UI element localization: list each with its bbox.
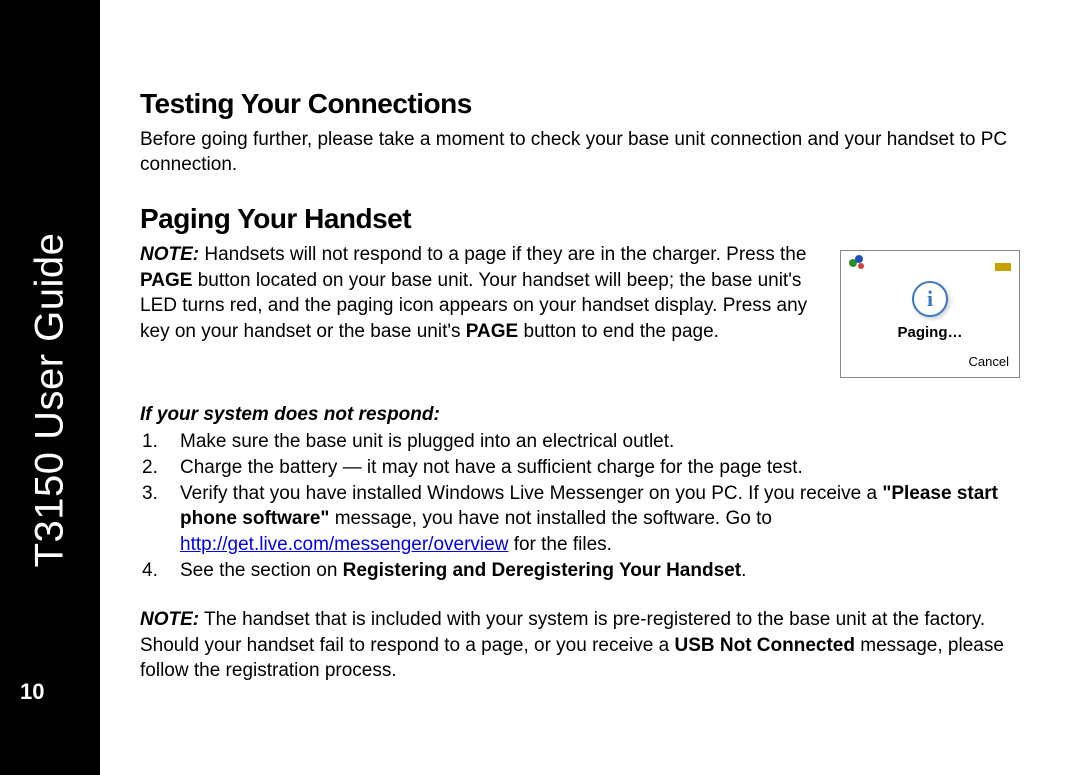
list-item-text: Charge the battery — it may not have a s… [180,457,803,478]
heading-paging-handset: Paging Your Handset [140,200,1020,238]
list-item: Make sure the base unit is plugged into … [140,429,1020,455]
list-item-text: . [741,560,746,581]
list-item-text: Verify that you have installed Windows L… [180,483,882,504]
handset-screenshot: i Paging… Cancel [840,250,1020,378]
troubleshoot-list: Make sure the base unit is plugged into … [140,429,1020,583]
page-button-ref-2: PAGE [466,321,518,342]
messenger-icon [849,255,865,271]
note-label: NOTE: [140,609,199,630]
footnote-bold: USB Not Connected [674,635,855,656]
info-icon: i [912,281,948,317]
screenshot-icon-area: i [841,273,1019,321]
footnote: NOTE: The handset that is included with … [140,607,1020,684]
messenger-link[interactable]: http://get.live.com/messenger/overview [180,534,508,555]
screenshot-cancel-label: Cancel [841,349,1019,377]
page-button-ref-1: PAGE [140,270,192,291]
content: Testing Your Connections Before going fu… [100,0,1080,775]
screenshot-statusbar [841,251,1019,273]
paging-text: NOTE: Handsets will not respond to a pag… [140,242,820,345]
note-label: NOTE: [140,244,199,265]
list-item-text: Make sure the base unit is plugged into … [180,431,674,452]
list-item-text: See the section on [180,560,343,581]
document-title: T3150 User Guide [28,233,73,568]
list-item-bold: Registering and Deregistering Your Hands… [343,560,741,581]
page: T3150 User Guide 10 Testing Your Connect… [0,0,1080,775]
heading-testing-connections: Testing Your Connections [140,85,1020,123]
note-text: Handsets will not respond to a page if t… [199,244,721,265]
speaker-icon [995,255,1011,271]
list-item: Charge the battery — it may not have a s… [140,455,1020,481]
paging-body-c: button to end the page. [518,321,719,342]
list-item: Verify that you have installed Windows L… [140,481,1020,558]
page-number: 10 [20,679,44,705]
intro-paragraph: Before going further, please take a mome… [140,127,1010,178]
paging-row: NOTE: Handsets will not respond to a pag… [140,242,1020,378]
screenshot-paging-label: Paging… [841,321,1019,349]
list-item-text: for the files. [508,534,612,555]
troubleshoot-heading: If your system does not respond: [140,402,1020,428]
sidebar: T3150 User Guide 10 [0,0,100,775]
paging-body-a: Press the [726,244,806,265]
list-item: See the section on Registering and Dereg… [140,558,1020,584]
list-item-text: message, you have not installed the soft… [329,508,772,529]
